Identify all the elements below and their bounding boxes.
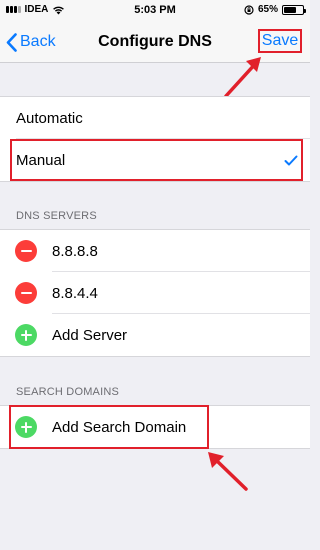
- section-header-dns-servers: DNS SERVERS: [16, 210, 97, 222]
- status-right: 65%: [244, 4, 306, 15]
- add-search-domain-label: Add Search Domain: [52, 418, 187, 436]
- delete-icon[interactable]: [15, 240, 37, 262]
- add-icon[interactable]: [15, 324, 37, 346]
- delete-icon[interactable]: [15, 282, 37, 304]
- add-server-label: Add Server: [52, 326, 128, 344]
- battery-level-fill: [284, 6, 296, 13]
- dns-server-row[interactable]: 8.8.4.4: [0, 272, 310, 314]
- status-bar: IDEA 5:03 PM 65%: [0, 0, 310, 20]
- configure-dns-screen: IDEA 5:03 PM 65% Back Configure DNS Save…: [0, 0, 310, 550]
- checkmark-icon: [284, 153, 298, 170]
- dns-mode-group: Automatic Manual: [0, 96, 310, 182]
- dns-server-address: 8.8.4.4: [52, 284, 98, 302]
- annotation-arrow-save: [224, 57, 261, 98]
- section-header-search-domains: SEARCH DOMAINS: [16, 386, 120, 398]
- search-domains-group: Add Search Domain: [0, 405, 310, 449]
- annotation-arrow-search-domain: [208, 452, 248, 491]
- save-button[interactable]: Save: [258, 29, 302, 53]
- dns-servers-group: 8.8.8.8 8.8.4.4 Add Server: [0, 229, 310, 357]
- mode-option-label: Automatic: [16, 109, 83, 127]
- dns-server-address: 8.8.8.8: [52, 242, 98, 260]
- add-icon[interactable]: [15, 416, 37, 438]
- battery-icon: [282, 4, 306, 15]
- rotation-lock-icon: [244, 4, 254, 15]
- add-search-domain-row[interactable]: Add Search Domain: [0, 406, 310, 448]
- mode-option-manual[interactable]: Manual: [0, 139, 310, 181]
- dns-server-row[interactable]: 8.8.8.8: [0, 230, 310, 272]
- mode-option-label: Manual: [16, 151, 66, 169]
- add-server-row[interactable]: Add Server: [0, 314, 310, 356]
- mode-option-automatic[interactable]: Automatic: [0, 97, 310, 139]
- battery-percent: 65%: [257, 4, 278, 15]
